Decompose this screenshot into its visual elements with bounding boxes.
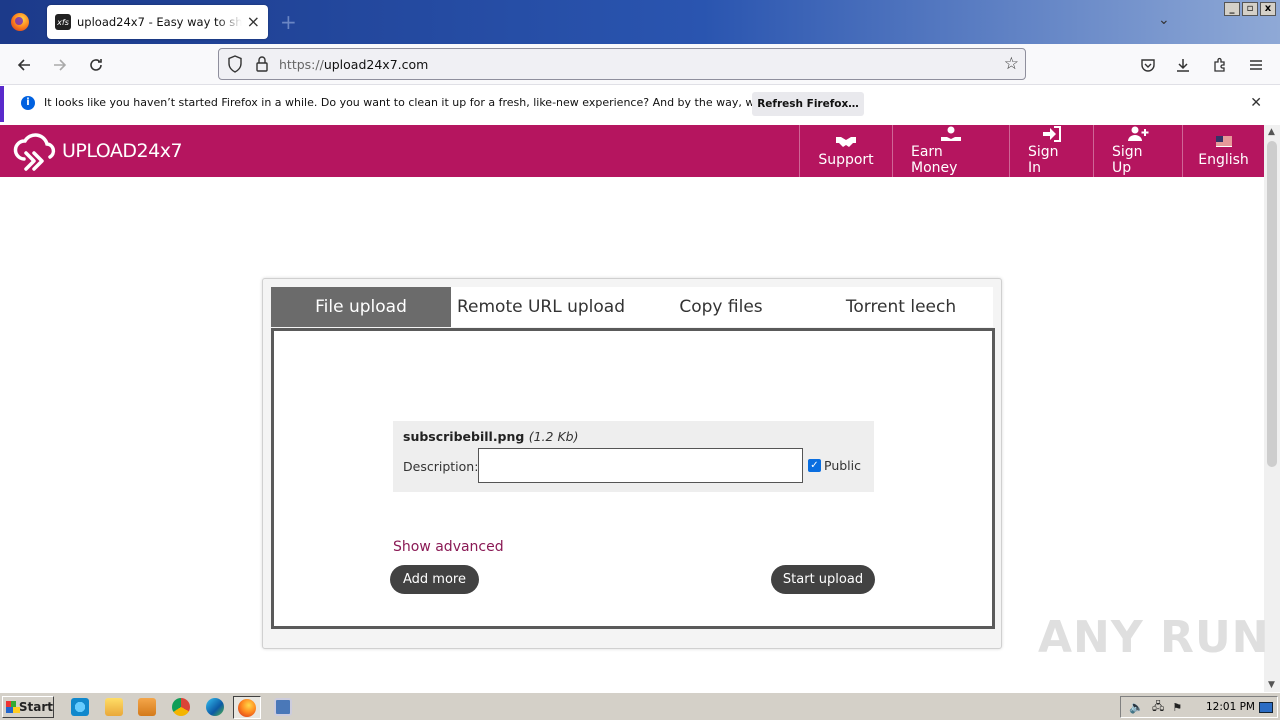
firefox-logo-icon [11,13,29,31]
hand-coin-icon [940,126,962,144]
upload-content-area: subscribebill.png (1.2 Kb) Description: … [271,328,995,629]
info-icon: i [21,96,35,110]
edge-icon[interactable] [206,698,224,716]
close-notification-icon[interactable]: ✕ [1250,95,1262,111]
menu-item-support[interactable]: Support [799,125,892,177]
taskbar-clock: 12:01 PM [1206,701,1255,713]
minimize-button[interactable]: _ [1224,2,1240,16]
show-desktop-icon[interactable] [1259,701,1273,713]
flag-notification-icon[interactable]: ⚑ [1172,701,1182,714]
menu-item-earn-money[interactable]: Earn Money [892,125,1009,177]
tab-copy-files[interactable]: Copy files [631,287,811,327]
volume-icon[interactable]: 🔈 [1129,700,1144,714]
windows-logo-icon [6,701,20,713]
chrome-icon[interactable] [172,698,190,716]
upload-panel: File upload Remote URL upload Copy files… [262,278,1002,649]
public-label: Public [824,458,861,473]
network-icon[interactable]: 🖧 [1152,698,1164,717]
handshake-icon [835,134,857,152]
anyrun-watermark: ANY RUN [1038,612,1270,663]
cloud-upload-logo-icon [13,133,56,171]
site-logo[interactable]: UPLOAD24x7 [12,129,183,173]
tab-favicon: xfs [55,14,71,30]
reload-icon[interactable] [85,54,107,76]
url-bar[interactable]: https://upload24x7.com ☆ [218,48,1026,80]
tab-file-upload[interactable]: File upload [271,287,451,327]
file-name-text: subscribebill.png [403,429,525,444]
tab-list-chevron-icon[interactable]: ⌄ [1158,12,1170,28]
description-label: Description: [403,459,479,474]
menu-label-english: English [1198,152,1249,168]
url-host: upload24x7.com [323,57,429,72]
url-protocol: https:// [279,57,324,72]
pocket-icon[interactable] [1137,54,1159,76]
firefox-notification-bar: i It looks like you haven’t started Fire… [0,86,1280,122]
menu-item-sign-up[interactable]: Sign Up [1093,125,1182,177]
tab-torrent-leech[interactable]: Torrent leech [811,287,991,327]
description-input[interactable] [478,448,803,483]
scrollbar-thumb[interactable] [1267,141,1277,467]
firefox-taskbar-button[interactable] [233,696,261,719]
hamburger-menu-icon[interactable] [1245,54,1267,76]
browser-tab-active[interactable]: xfs upload24x7 - Easy way to share your … [47,5,268,39]
new-tab-icon[interactable]: + [280,10,297,34]
tab-title: upload24x7 - Easy way to share your file… [77,15,242,29]
url-text[interactable]: https://upload24x7.com [279,57,428,72]
show-advanced-link[interactable]: Show advanced [393,539,504,555]
public-checkbox[interactable]: ✓ [808,459,821,472]
extensions-icon[interactable] [1209,54,1231,76]
media-player-icon[interactable] [138,698,156,716]
navigation-bar: https://upload24x7.com ☆ [0,44,1280,85]
tab-close-icon[interactable]: × [247,14,260,30]
browser-tab-strip: xfs upload24x7 - Easy way to share your … [0,0,1280,44]
selected-file-box: subscribebill.png (1.2 Kb) Description: … [393,421,874,492]
shield-icon[interactable] [227,55,243,76]
site-menu: Support Earn Money Sign In Sign Up Engli… [799,125,1264,177]
add-more-button[interactable]: Add more [390,565,479,594]
bookmark-star-icon[interactable]: ☆ [1004,54,1019,74]
menu-label-sign-in: Sign In [1028,144,1059,176]
start-button[interactable]: Start [2,696,54,718]
upload-tabs: File upload Remote URL upload Copy files… [271,287,993,327]
firefox-menu-button[interactable] [8,10,32,34]
close-window-button[interactable]: x [1260,2,1276,16]
site-header: UPLOAD24x7 Support Earn Money Sign In Si… [0,125,1264,177]
file-size: (1.2 Kb) [528,429,579,444]
scroll-down-arrow-icon[interactable]: ▼ [1268,680,1275,690]
sign-in-icon [1042,126,1062,144]
menu-label-earn-money: Earn Money [911,144,958,176]
lock-icon[interactable] [255,55,269,76]
window-controls: _ ▫ x [1224,2,1276,16]
flag-us-icon [1215,134,1232,152]
tab-remote-url-upload[interactable]: Remote URL upload [451,287,631,327]
menu-item-sign-in[interactable]: Sign In [1009,125,1093,177]
windows-taskbar: Start 🔈 🖧 ⚑ 12:01 PM [0,692,1280,720]
file-explorer-icon[interactable] [105,698,123,716]
downloads-icon[interactable] [1172,54,1194,76]
menu-label-support: Support [818,152,874,168]
restore-button[interactable]: ▫ [1242,2,1258,16]
start-label: Start [18,700,53,714]
menu-label-sign-up: Sign Up [1112,144,1143,176]
user-plus-icon [1127,126,1149,144]
scroll-up-arrow-icon[interactable]: ▲ [1268,127,1275,137]
public-checkbox-group[interactable]: ✓ Public [808,458,861,473]
internet-explorer-icon[interactable] [71,698,89,716]
page-scrollbar[interactable]: ▲ ▼ [1264,125,1280,692]
remote-desktop-icon[interactable] [274,698,292,716]
logo-text: UPLOAD24x7 [62,140,183,162]
firefox-taskbar-icon [238,699,256,717]
start-upload-button[interactable]: Start upload [771,565,875,594]
refresh-firefox-button[interactable]: Refresh Firefox… [752,92,864,116]
file-name: subscribebill.png (1.2 Kb) [403,429,578,444]
notification-message: It looks like you haven’t started Firefo… [44,96,829,109]
forward-arrow-icon[interactable] [49,54,71,76]
back-arrow-icon[interactable] [13,54,35,76]
menu-item-english[interactable]: English [1182,125,1264,177]
